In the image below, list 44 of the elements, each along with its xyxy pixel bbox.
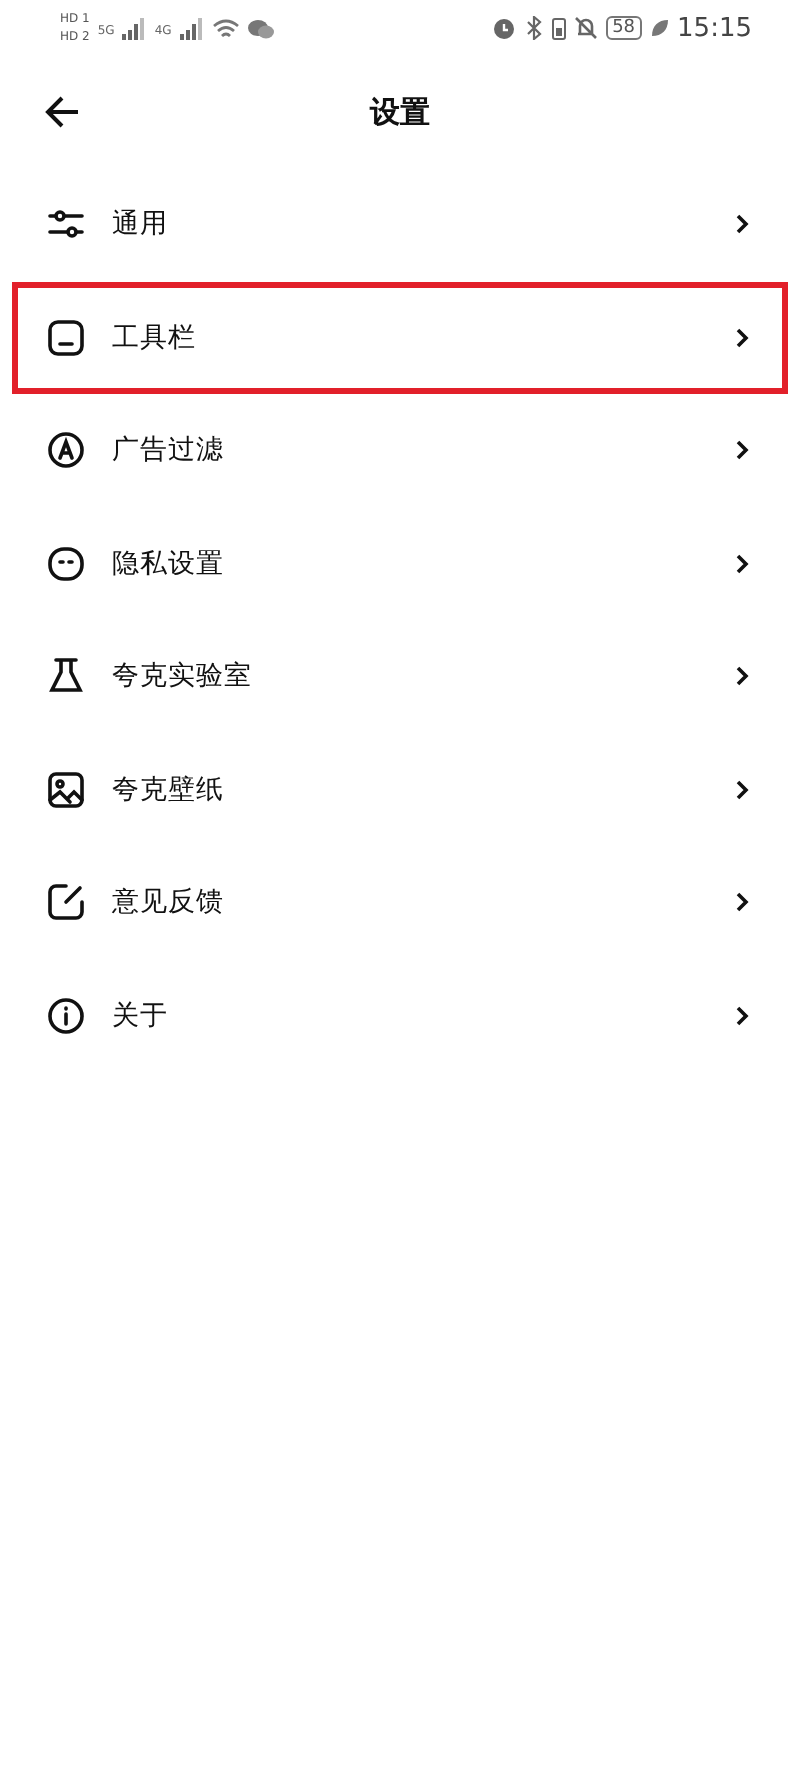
- clock-time: 15:15: [677, 13, 752, 43]
- back-icon[interactable]: [42, 92, 82, 132]
- info-icon: [46, 995, 86, 1036]
- chevron-icon: [734, 1003, 750, 1028]
- item-label: 隐私设置: [112, 545, 226, 582]
- item-label: 夸克实验室: [112, 658, 254, 695]
- settings-item[interactable]: 隐私设置: [12, 507, 788, 620]
- settings-item[interactable]: 关于: [12, 959, 788, 1072]
- alarm-icon: [492, 16, 517, 40]
- chevron-icon: [734, 438, 750, 463]
- settings-item[interactable]: 广告过滤: [12, 394, 788, 507]
- chevron-icon: [734, 325, 750, 350]
- battery-small-icon: [552, 16, 567, 40]
- signal-icon: [179, 17, 204, 39]
- ad-filter-icon: [46, 430, 86, 471]
- settings-item[interactable]: 夸克实验室: [12, 620, 788, 733]
- settings-item[interactable]: 意见反馈: [12, 846, 788, 959]
- bluetooth-icon: [524, 16, 545, 40]
- chevron-icon: [734, 551, 750, 576]
- face-icon: [46, 543, 86, 584]
- item-label: 通用: [112, 206, 170, 243]
- item-label: 关于: [112, 997, 170, 1034]
- chat-icon: [247, 17, 274, 39]
- chevron-icon: [734, 212, 750, 237]
- item-label: 夸克壁纸: [112, 771, 226, 808]
- settings-item[interactable]: 通用: [12, 168, 788, 281]
- settings-item[interactable]: 工具栏: [12, 281, 788, 394]
- battery-level: 58: [606, 16, 642, 40]
- chevron-icon: [734, 890, 750, 915]
- chevron-icon: [734, 777, 750, 802]
- toolbar-icon: [46, 317, 86, 358]
- item-label: 广告过滤: [112, 432, 226, 469]
- leaf-icon: [649, 18, 670, 38]
- item-label: 工具栏: [112, 319, 198, 356]
- page-title: 设置: [370, 93, 430, 131]
- chevron-icon: [734, 664, 750, 689]
- item-label: 意见反馈: [112, 884, 226, 921]
- signal-icon: [122, 17, 147, 39]
- flask-icon: [46, 656, 86, 697]
- settings-item[interactable]: 夸克壁纸: [12, 733, 788, 846]
- wifi-icon: [211, 17, 240, 39]
- mute-icon: [574, 16, 599, 40]
- image-icon: [46, 769, 86, 810]
- edit-icon: [46, 882, 86, 923]
